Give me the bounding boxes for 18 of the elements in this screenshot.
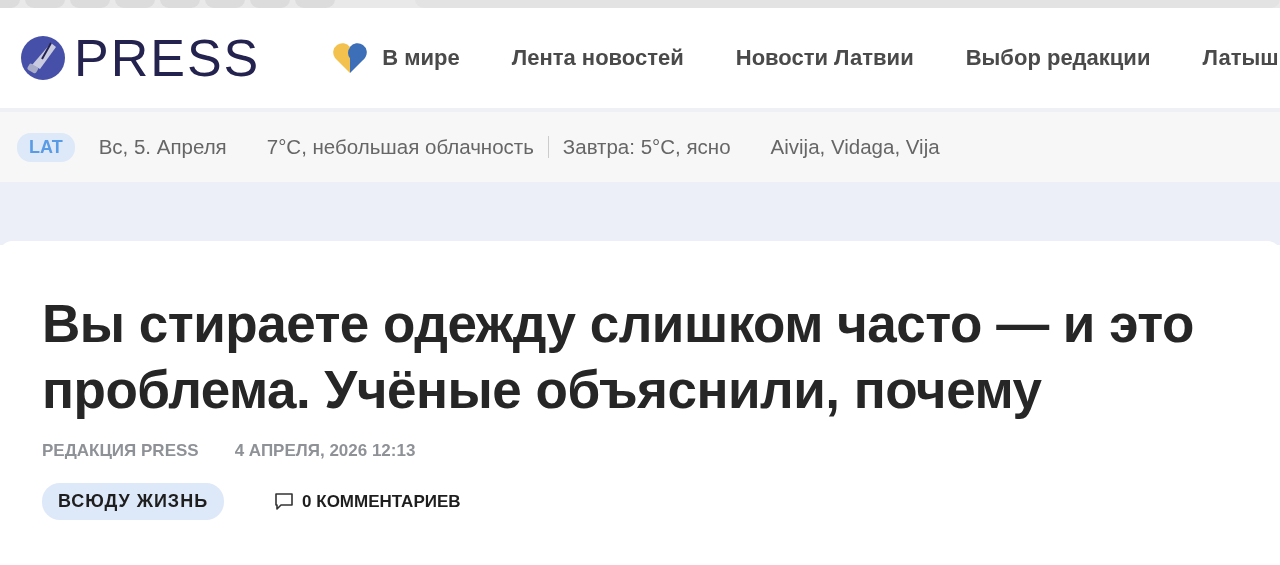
comments-link[interactable]: 0 КОММЕНТАРИЕВ bbox=[274, 491, 461, 512]
site-logo[interactable]: PRESS bbox=[20, 32, 261, 84]
article-title: Вы стираете одежду слишком часто — и это проблема. Учёные объяснили, почему bbox=[42, 293, 1195, 421]
heart-icon bbox=[332, 42, 369, 74]
author-text: РЕДАКЦИЯ PRESS bbox=[42, 441, 199, 461]
forecast-text: Завтра: 5°C, ясно bbox=[562, 135, 731, 159]
category-tag[interactable]: ВСЮДУ ЖИЗНЬ bbox=[42, 483, 225, 520]
nav-link[interactable]: В мире bbox=[332, 42, 460, 74]
speech-bubble-icon bbox=[274, 492, 295, 511]
nav-link[interactable]: Лента новостей bbox=[511, 45, 684, 71]
namedays-text: Aivija, Vidaga, Vija bbox=[770, 135, 940, 159]
nav-link[interactable]: Новости Латвии bbox=[735, 45, 914, 71]
date-text: Вс, 5. Апреля bbox=[98, 135, 227, 159]
weather-text: 7°C, небольшая облачность bbox=[266, 135, 534, 159]
nav-link[interactable]: Выбор редакции bbox=[965, 45, 1151, 71]
nav-link[interactable]: Латыш bbox=[1202, 45, 1279, 71]
publish-date: 4 АПРЕЛЯ, 2026 12:13 bbox=[234, 441, 416, 461]
pen-nib-logo-icon bbox=[20, 35, 66, 81]
